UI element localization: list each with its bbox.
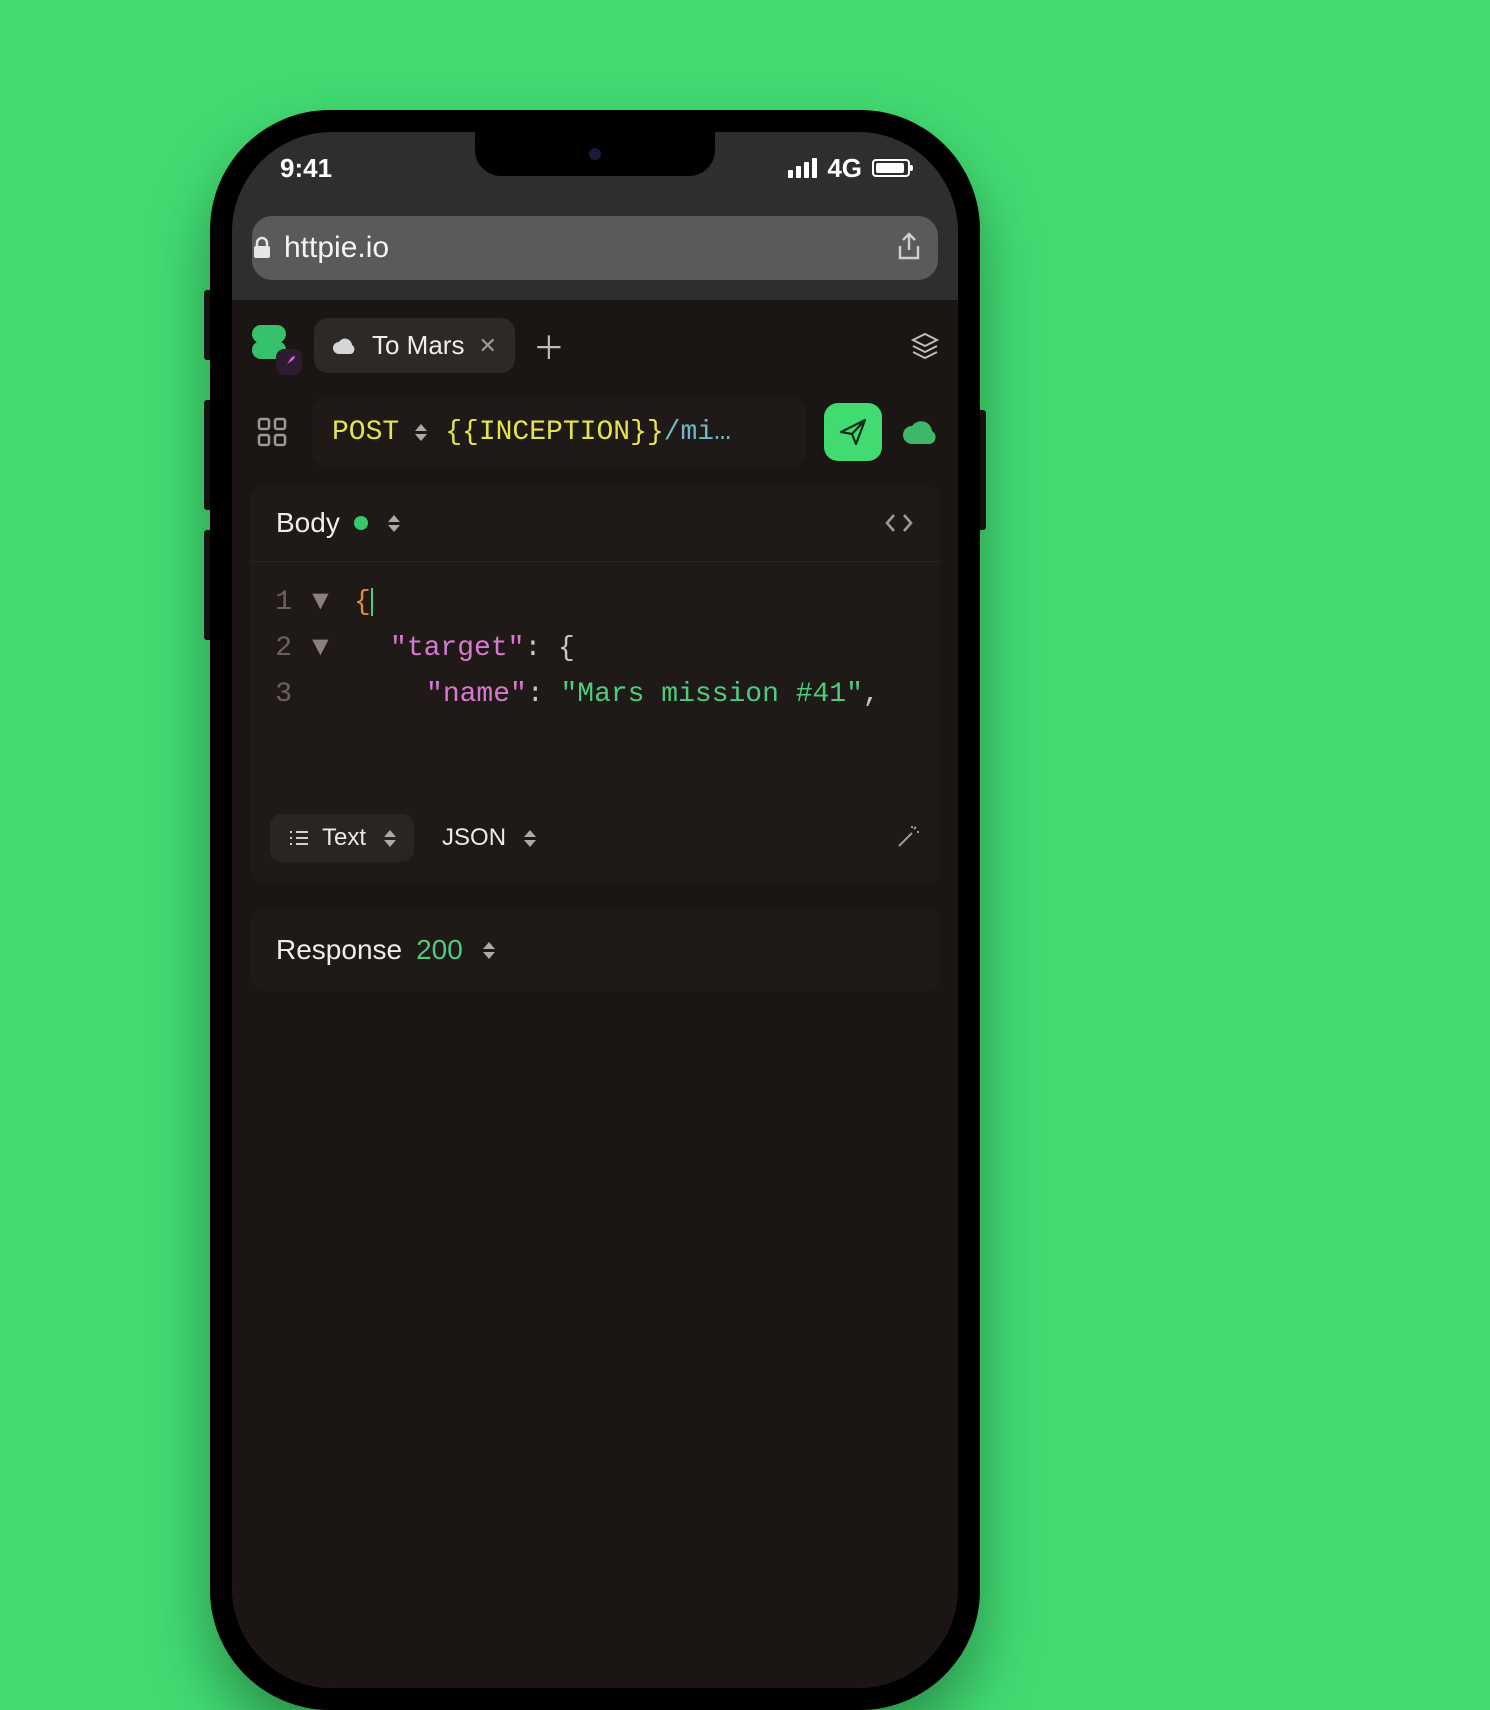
- tab-close-button[interactable]: ✕: [478, 333, 496, 359]
- url-path: /mi…: [664, 417, 731, 448]
- app-content: To Mars ✕ ＋: [232, 300, 958, 1688]
- battery-icon: [872, 159, 910, 177]
- chevron-sort-icon: [524, 830, 536, 847]
- share-button[interactable]: [890, 229, 928, 267]
- status-time: 9:41: [280, 153, 332, 184]
- response-panel: Response 200: [250, 908, 940, 992]
- code-view-button[interactable]: [884, 512, 914, 534]
- chevron-sort-icon[interactable]: [483, 942, 495, 959]
- cloud-icon: [332, 336, 358, 356]
- json-editor[interactable]: 1 ▼ { 2 ▼ "target": { 3 "name": "Ma: [250, 562, 940, 800]
- httpie-logo[interactable]: [250, 323, 296, 369]
- address-text: httpie.io: [284, 231, 389, 265]
- browser-chrome: httpie.io: [232, 204, 958, 300]
- url-variable: {{INCEPTION}}: [445, 417, 663, 448]
- network-label: 4G: [827, 153, 862, 184]
- layers-button[interactable]: [910, 331, 940, 361]
- body-panel: Body 1 ▼ {: [250, 485, 940, 884]
- send-button[interactable]: [824, 403, 882, 461]
- lock-icon: [252, 236, 272, 260]
- save-cloud-button[interactable]: [900, 417, 940, 447]
- panel-title: Body: [276, 507, 340, 539]
- active-indicator-icon: [354, 516, 368, 530]
- wand-icon: [894, 825, 920, 851]
- magic-wand-button[interactable]: [894, 825, 920, 851]
- rocket-badge-icon: [276, 349, 302, 375]
- response-title: Response: [276, 934, 402, 966]
- http-method-select[interactable]: POST: [332, 417, 427, 448]
- format-select[interactable]: JSON: [442, 824, 536, 852]
- phone-notch: [475, 132, 715, 176]
- fold-toggle[interactable]: ▼: [312, 580, 334, 626]
- library-button[interactable]: [250, 410, 294, 454]
- signal-icon: [788, 158, 817, 178]
- url-bar[interactable]: POST {{INCEPTION}}/mi…: [312, 397, 806, 467]
- status-code: 200: [416, 934, 463, 966]
- tab-label: To Mars: [372, 330, 464, 361]
- chevron-sort-icon[interactable]: [388, 515, 400, 532]
- phone-frame: 9:41 4G httpie.io: [210, 110, 980, 1710]
- chevron-sort-icon: [415, 424, 427, 441]
- cloud-icon: [900, 417, 940, 447]
- view-mode-select[interactable]: Text: [270, 814, 414, 862]
- list-icon: [288, 829, 310, 847]
- new-tab-button[interactable]: ＋: [533, 323, 565, 369]
- paper-plane-icon: [838, 417, 868, 447]
- fold-toggle[interactable]: ▼: [312, 626, 334, 672]
- phone-screen: 9:41 4G httpie.io: [232, 132, 958, 1688]
- address-bar[interactable]: httpie.io: [252, 216, 938, 280]
- tab-to-mars[interactable]: To Mars ✕: [314, 318, 515, 373]
- chevron-sort-icon: [384, 830, 396, 847]
